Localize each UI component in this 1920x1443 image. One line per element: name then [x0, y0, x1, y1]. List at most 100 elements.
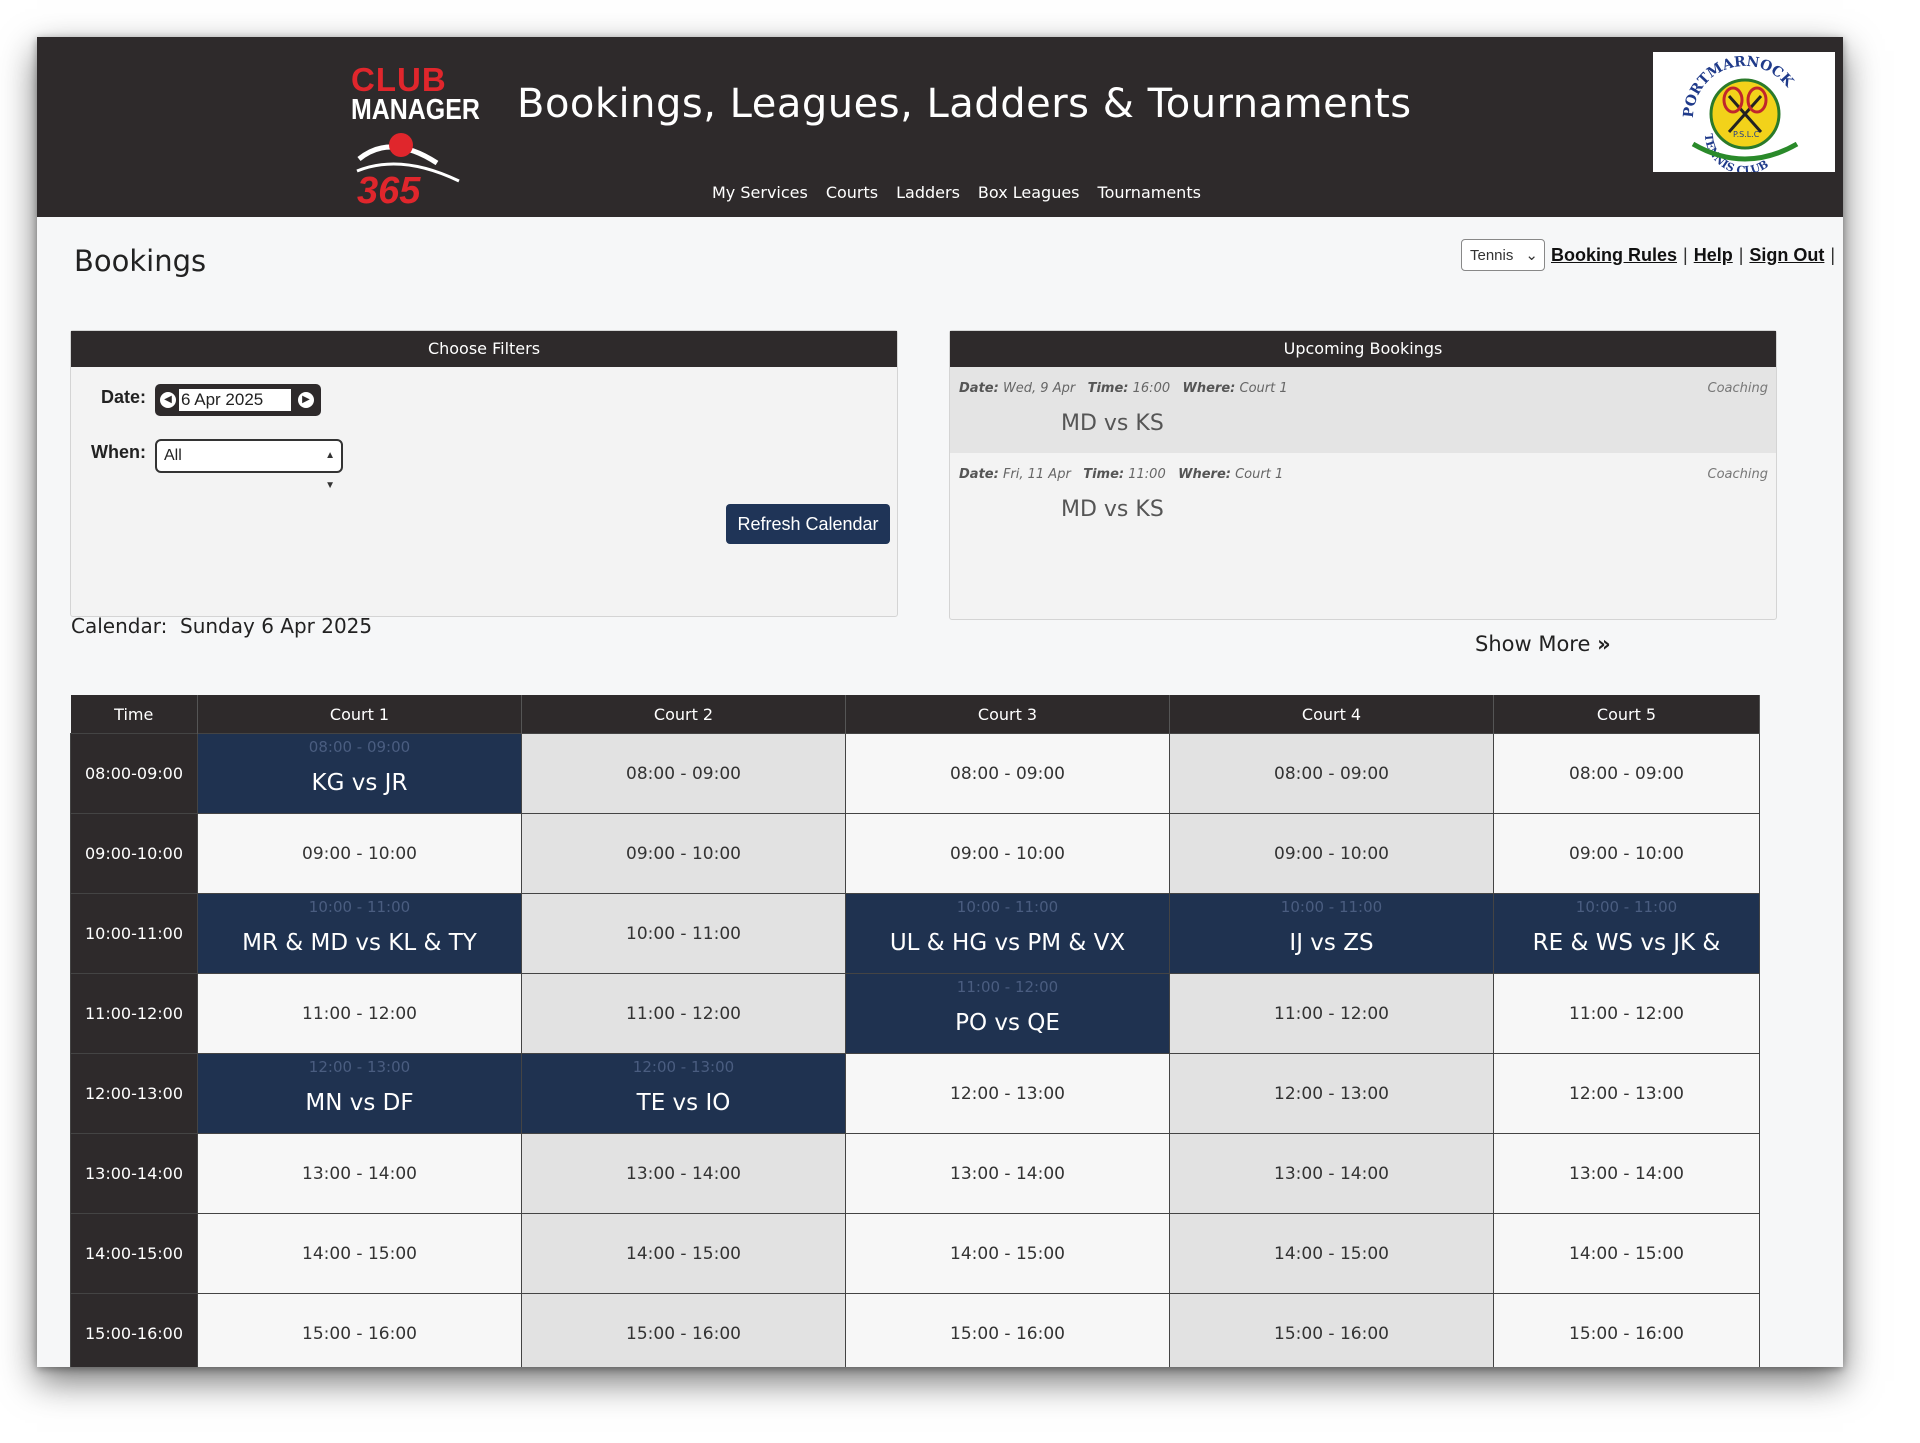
time-cell: 10:00-11:00 — [70, 893, 198, 974]
next-date-icon[interactable]: ▶ — [298, 392, 314, 408]
available-slot[interactable]: 14:00 - 15:00 — [521, 1213, 846, 1294]
prev-date-icon[interactable]: ◀ — [160, 392, 176, 408]
slot-time-label: 10:00 - 11:00 — [956, 898, 1059, 916]
club-manager-logo[interactable]: CLUB MANAGER 365 — [351, 63, 501, 213]
time-cell: 15:00-16:00 — [70, 1293, 198, 1367]
time-slot-row: 09:00-10:00 09:00 - 10:00 09:00 - 10:00 09:… — [70, 813, 1760, 894]
site-title: Bookings, Leagues, Ladders & Tournaments — [517, 81, 1412, 127]
booked-slot[interactable]: 11:00 - 12:00 PO vs QE — [845, 973, 1170, 1054]
time-slot-row: 12:00-13:00 12:00 - 13:00 MN vs DF 12:00 - … — [70, 1053, 1760, 1134]
slot-time-label: 10:00 - 11:00 — [1575, 898, 1678, 916]
available-slot[interactable]: 13:00 - 14:00 — [197, 1133, 522, 1214]
when-select[interactable]: All ▲ ▼ — [155, 439, 343, 491]
available-slot[interactable]: 15:00 - 16:00 — [1169, 1293, 1494, 1367]
nav-tournaments[interactable]: Tournaments — [1098, 183, 1201, 202]
available-slot[interactable]: 14:00 - 15:00 — [197, 1213, 522, 1294]
available-slot[interactable]: 13:00 - 14:00 — [1493, 1133, 1760, 1214]
available-slot[interactable]: 12:00 - 13:00 — [1169, 1053, 1494, 1134]
time-slot-row: 10:00-11:00 10:00 - 11:00 MR & MD vs KL & … — [70, 893, 1760, 974]
available-slot[interactable]: 11:00 - 12:00 — [521, 973, 846, 1054]
available-slot[interactable]: 11:00 - 12:00 — [1169, 973, 1494, 1054]
available-slot[interactable]: 12:00 - 13:00 — [1493, 1053, 1760, 1134]
available-slot[interactable]: 09:00 - 10:00 — [1169, 813, 1494, 894]
time-slot-row: 08:00-09:00 08:00 - 09:00 KG vs JR 08:00 - … — [70, 733, 1760, 814]
time-cell: 08:00-09:00 — [70, 733, 198, 814]
site-header: CLUB MANAGER 365 Bookings, Leagues, Ladd… — [37, 37, 1843, 217]
booking-meta: Date: Fri, 11 Apr Time: 11:00 Where: Cou… — [959, 467, 1284, 482]
available-slot[interactable]: 14:00 - 15:00 — [845, 1213, 1170, 1294]
nav-box-leagues[interactable]: Box Leagues — [978, 183, 1080, 202]
available-slot[interactable]: 08:00 - 09:00 — [1493, 733, 1760, 814]
available-slot[interactable]: 11:00 - 12:00 — [197, 973, 522, 1054]
booking-match-label: IJ vs ZS — [1289, 929, 1374, 956]
available-slot[interactable]: 13:00 - 14:00 — [521, 1133, 846, 1214]
chevron-down-icon: ⌄ — [1525, 247, 1538, 264]
booked-slot[interactable]: 08:00 - 09:00 KG vs JR — [197, 733, 522, 814]
separator: | — [1683, 244, 1688, 265]
available-slot[interactable]: 09:00 - 10:00 — [197, 813, 522, 894]
available-slot[interactable]: 09:00 - 10:00 — [521, 813, 846, 894]
available-slot[interactable]: 15:00 - 16:00 — [1493, 1293, 1760, 1367]
booking-type: Coaching — [1707, 467, 1769, 482]
filters-title: Choose Filters — [71, 331, 897, 367]
booking-match-label: PO vs QE — [955, 1009, 1060, 1036]
nav-my-services[interactable]: My Services — [712, 183, 808, 202]
booked-slot[interactable]: 10:00 - 11:00 MR & MD vs KL & TY — [197, 893, 522, 974]
available-slot[interactable]: 13:00 - 14:00 — [1169, 1133, 1494, 1214]
nav-courts[interactable]: Courts — [826, 183, 878, 202]
booking-match: MD vs KS — [1061, 497, 1164, 522]
court-column-header: Court 1 — [197, 695, 522, 734]
separator: | — [1738, 244, 1744, 265]
available-slot[interactable]: 14:00 - 15:00 — [1169, 1213, 1494, 1294]
filters-panel: Choose Filters Date: ◀ 6 Apr 2025 ▶ When… — [70, 330, 898, 617]
available-slot[interactable]: 09:00 - 10:00 — [845, 813, 1170, 894]
time-cell: 12:00-13:00 — [70, 1053, 198, 1134]
booked-slot[interactable]: 10:00 - 11:00 RE & WS vs JK & — [1493, 893, 1760, 974]
booking-rules-link[interactable]: Booking Rules — [1551, 245, 1677, 266]
help-link[interactable]: Help — [1694, 245, 1733, 266]
refresh-calendar-button[interactable]: Refresh Calendar — [726, 504, 890, 544]
booked-slot[interactable]: 12:00 - 13:00 TE vs IO — [521, 1053, 846, 1134]
available-slot[interactable]: 08:00 - 09:00 — [845, 733, 1170, 814]
time-slot-row: 13:00-14:00 13:00 - 14:00 13:00 - 14:00 13:… — [70, 1133, 1760, 1214]
time-slot-row: 14:00-15:00 14:00 - 15:00 14:00 - 15:00 14:… — [70, 1213, 1760, 1294]
main-nav: My Services Courts Ladders Box Leagues T… — [712, 183, 1201, 202]
available-slot[interactable]: 15:00 - 16:00 — [197, 1293, 522, 1367]
date-input[interactable]: 6 Apr 2025 — [179, 389, 291, 411]
when-select-value: All — [164, 447, 182, 464]
nav-ladders[interactable]: Ladders — [896, 183, 960, 202]
available-slot[interactable]: 15:00 - 16:00 — [521, 1293, 846, 1367]
booked-slot[interactable]: 10:00 - 11:00 IJ vs ZS — [1169, 893, 1494, 974]
logo-line-manager: MANAGER — [351, 94, 480, 126]
booking-match-label: TE vs IO — [636, 1089, 731, 1116]
available-slot[interactable]: 13:00 - 14:00 — [845, 1133, 1170, 1214]
svg-text:P.S.L.C: P.S.L.C — [1733, 130, 1760, 139]
available-slot[interactable]: 08:00 - 09:00 — [521, 733, 846, 814]
court-column-header: Court 2 — [521, 695, 846, 734]
upcoming-booking-item[interactable]: Date: Wed, 9 Apr Time: 16:00 Where: Cour… — [950, 367, 1776, 453]
available-slot[interactable]: 10:00 - 11:00 — [521, 893, 846, 974]
booking-type: Coaching — [1707, 381, 1769, 396]
available-slot[interactable]: 08:00 - 09:00 — [1169, 733, 1494, 814]
calendar-date: Sunday 6 Apr 2025 — [180, 614, 373, 638]
booking-meta: Date: Wed, 9 Apr Time: 16:00 Where: Cour… — [959, 381, 1288, 396]
booking-match-label: MR & MD vs KL & TY — [242, 929, 477, 956]
show-more-link[interactable]: Show More » — [1475, 632, 1611, 656]
available-slot[interactable]: 15:00 - 16:00 — [845, 1293, 1170, 1367]
booked-slot[interactable]: 12:00 - 13:00 MN vs DF — [197, 1053, 522, 1134]
available-slot[interactable]: 12:00 - 13:00 — [845, 1053, 1170, 1134]
court-column-header: Court 4 — [1169, 695, 1494, 734]
booked-slot[interactable]: 10:00 - 11:00 UL & HG vs PM & VX — [845, 893, 1170, 974]
slot-time-label: 11:00 - 12:00 — [956, 978, 1059, 996]
sport-select[interactable]: Tennis ⌄ — [1461, 239, 1545, 271]
updown-chevron-icon: ▲ ▼ — [325, 450, 335, 491]
double-chevron-right-icon: » — [1597, 632, 1611, 656]
upcoming-title: Upcoming Bookings — [950, 331, 1776, 367]
available-slot[interactable]: 09:00 - 10:00 — [1493, 813, 1760, 894]
available-slot[interactable]: 11:00 - 12:00 — [1493, 973, 1760, 1054]
club-crest-icon: PORTMARNOCK P.S.L.C TENNIS CLUB — [1681, 54, 1799, 177]
slot-time-label: 12:00 - 13:00 — [632, 1058, 735, 1076]
available-slot[interactable]: 14:00 - 15:00 — [1493, 1213, 1760, 1294]
upcoming-booking-item[interactable]: Date: Fri, 11 Apr Time: 11:00 Where: Cou… — [950, 453, 1776, 539]
sign-out-link[interactable]: Sign Out — [1749, 245, 1824, 266]
